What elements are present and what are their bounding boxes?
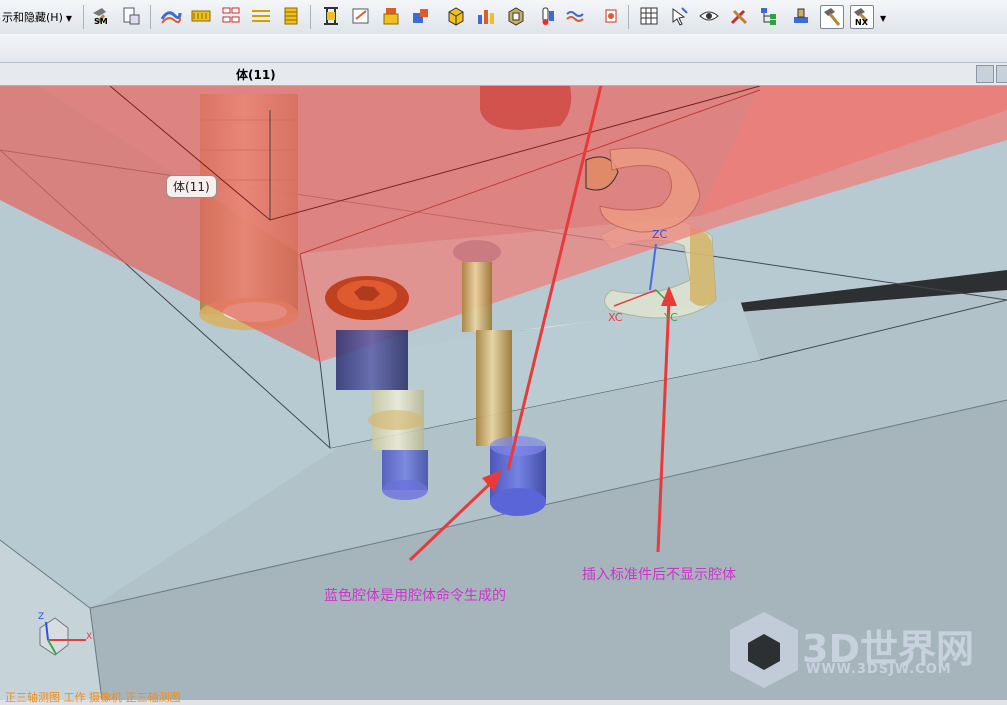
axis-xc-label: XC (608, 311, 623, 324)
surface-icon[interactable] (160, 5, 182, 27)
annotation-cavity-note: 蓝色腔体是用腔体命令生成的 (324, 588, 506, 604)
main-toolbar: 示和隐藏(H) ▼ SM NX ▼ (0, 0, 1007, 35)
triad-z-label: Z (38, 612, 45, 622)
eye-icon[interactable] (698, 5, 720, 27)
pattern-icon[interactable] (190, 5, 212, 27)
toolbar-separator (150, 5, 151, 29)
cube-icon[interactable] (445, 5, 467, 27)
annotation-standard-part-note: 插入标准件后不显示腔体 (582, 567, 736, 583)
selection-tooltip: 体(11) (166, 175, 217, 198)
axis-yc-label: YC (664, 311, 678, 324)
selection-toolbar: ▼ (0, 34, 1007, 93)
sm-label: SM (94, 17, 108, 26)
stamp-icon[interactable] (790, 5, 812, 27)
chart-icon[interactable] (475, 5, 497, 27)
watermark-url: WWW.3DSJW.COM (806, 662, 952, 677)
cursor-icon[interactable] (668, 5, 690, 27)
page-icon[interactable] (120, 5, 142, 27)
mesh-icon[interactable] (250, 5, 272, 27)
thermo-icon[interactable] (535, 5, 557, 27)
tree-icon[interactable] (758, 5, 780, 27)
toolbar-separator (83, 5, 84, 29)
axis-zc-label: ZC (652, 228, 668, 241)
wave-icon[interactable] (565, 5, 587, 27)
chevron-down-icon: ▼ (65, 14, 73, 23)
status-bar: 正三轴测图 工作 摄像机 正三轴测图 (5, 691, 181, 704)
edit-icon[interactable] (350, 5, 372, 27)
nx-hammer-icon[interactable]: NX (850, 5, 874, 29)
add-icon[interactable] (410, 5, 432, 27)
sm-hammer-icon[interactable]: SM (90, 5, 112, 27)
tab-body-11[interactable]: 体(11) (236, 66, 276, 83)
tab-bar (0, 63, 1007, 86)
toolbar-separator (310, 5, 311, 29)
toolbar-separator (628, 5, 629, 29)
chevron-down-icon[interactable]: ▼ (880, 14, 886, 23)
view-icon[interactable] (976, 65, 994, 83)
grid-icon[interactable] (220, 5, 242, 27)
robot-icon[interactable] (600, 5, 622, 27)
show-hide-menu[interactable]: 示和隐藏(H) ▼ (2, 9, 72, 25)
hammer-icon[interactable] (820, 5, 844, 29)
stack-icon[interactable] (380, 5, 402, 27)
table-icon[interactable] (638, 5, 660, 27)
column-icon[interactable] (280, 5, 302, 27)
window-icon[interactable] (996, 65, 1007, 83)
solid-icon[interactable] (505, 5, 527, 27)
nx-label: NX (855, 18, 868, 27)
bracket-icon[interactable] (320, 5, 342, 27)
tools-icon[interactable] (728, 5, 750, 27)
show-hide-menu-label: 示和隐藏(H) (2, 11, 63, 24)
triad-x-label: X (86, 632, 93, 642)
